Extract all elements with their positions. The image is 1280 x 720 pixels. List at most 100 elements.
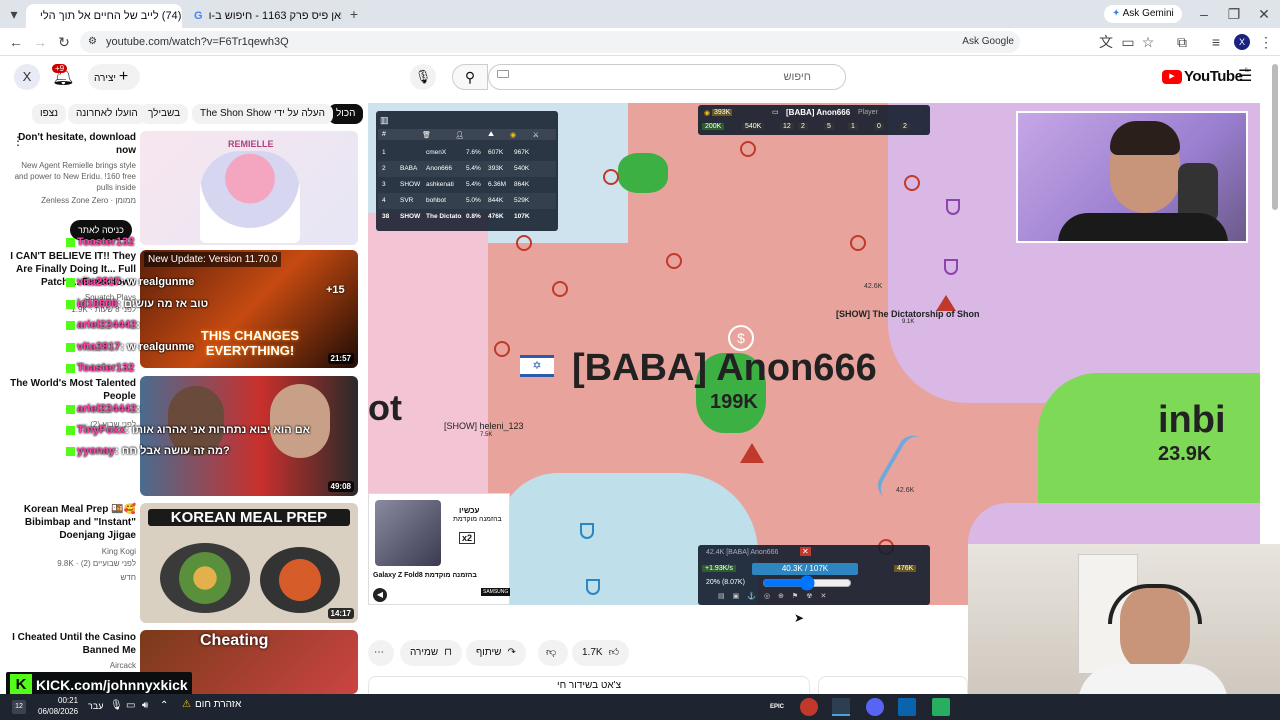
create-button[interactable]: יצירה + xyxy=(88,64,140,90)
network-icon[interactable]: ▭ xyxy=(126,700,135,711)
extensions-icon[interactable]: ⧉ xyxy=(1174,34,1190,50)
chat-line: ariel224442: xyxy=(66,403,140,415)
rec-title[interactable]: I Cheated Until the Casino Banned Me xyxy=(10,631,136,657)
chat-msg: : אם הוא יבוא נתחרות אני אהרוג אותו xyxy=(125,424,311,436)
clock[interactable]: 00:21 06/08/2026 xyxy=(38,695,78,717)
tab-list-icon[interactable]: ▾ xyxy=(6,6,22,22)
chip-uploader[interactable]: The Shon Show העלה על ידי xyxy=(192,104,333,124)
url-input[interactable]: ⚙ youtube.com/watch?v=F6Tr1qewh3Q Ask Go… xyxy=(80,31,1020,53)
maximize-icon[interactable]: ❐ xyxy=(1226,6,1242,22)
leaderboard-row[interactable]: 2 BABA Anon666 5.4% 393K 540K xyxy=(378,161,556,177)
search-button[interactable]: ⚲ xyxy=(452,64,488,90)
window-close-icon[interactable]: ✕ xyxy=(1256,6,1272,22)
save-button[interactable]: שמירה ⊓ xyxy=(400,640,462,666)
ad-overlay[interactable]: עכשיו בהזמנה מוקדמת x2 Galaxy Z Fold8 בה… xyxy=(368,493,511,605)
dislike-button[interactable]: 👎︎ xyxy=(538,640,568,666)
rec-thumbnail[interactable]: 49:08 xyxy=(140,376,358,496)
ask-google-label: Ask Google xyxy=(962,36,1014,47)
population-text: 40.3K / 107K xyxy=(781,564,829,573)
browser-menu-icon[interactable]: ⋮ xyxy=(1258,34,1274,50)
leaderboard-row[interactable]: 1 cmenX 7.6% 607K 967K xyxy=(378,145,556,161)
bookmark-icon: ⊓ xyxy=(444,647,452,658)
create-label: יצירה xyxy=(94,73,117,84)
stat-1: 12 xyxy=(780,123,794,130)
cast-icon[interactable]: ▭ xyxy=(1120,34,1136,50)
translate-icon[interactable]: 文 xyxy=(1098,34,1114,50)
chip-watched[interactable]: נצפו xyxy=(32,104,67,124)
mic-icon[interactable]: 🎙︎ xyxy=(110,700,123,711)
rec-title[interactable]: Korean Meal Prep 🍱🥰 Bibimbap and "Instan… xyxy=(10,503,136,542)
enemy-name-label: inbi xyxy=(1158,399,1226,441)
map-river xyxy=(872,430,934,506)
leaderboard-cell-pct: 7.6% xyxy=(466,149,481,156)
site-info-icon[interactable]: ⚙ xyxy=(88,31,97,53)
ad-menu-icon[interactable]: ⋮ xyxy=(12,134,24,148)
kick-badge-icon xyxy=(66,342,75,352)
leaderboard-chart-icon[interactable]: ▥ xyxy=(380,115,389,126)
leaderboard-cell-gold: 6.36M xyxy=(488,181,507,188)
reading-list-icon[interactable]: ≡ xyxy=(1208,34,1224,50)
ask-google-chip[interactable]: Ask Google xyxy=(962,31,1014,53)
video-player[interactable]: ✡ $ [BABA] Anon666 199K inbi 23.9K [SHOW… xyxy=(368,103,1260,605)
rec-title[interactable]: The World's Most Talented People xyxy=(10,377,136,403)
leaderboard-row[interactable]: 3 SHOW ashkenati 5.4% 6.36M 864K xyxy=(378,177,556,193)
address-bar: ← → ↻ ⚙ youtube.com/watch?v=F6Tr1qewh3Q … xyxy=(0,28,1280,56)
share-button[interactable]: שיתוף ↷ xyxy=(466,640,526,666)
chip-recent[interactable]: הועלו לאחרונה xyxy=(68,104,146,124)
ad-prev-icon[interactable]: ◀ xyxy=(373,588,387,602)
build-menu-icons[interactable]: ▤▣⚓◎⊕⚑☢✕ xyxy=(718,592,834,600)
outlook-icon[interactable] xyxy=(898,698,916,716)
streamer-webcam xyxy=(1016,111,1248,243)
chat-msg: : מה זה עושה אבל חח? xyxy=(114,445,230,457)
player-info-panel: ◉ 393K ▭ [BABA] Anon666 Player 200K 540K… xyxy=(698,105,930,135)
rec-thumbnail[interactable]: KOREAN MEAL PREP 14:17 xyxy=(140,503,358,623)
app-icon-blue[interactable] xyxy=(866,698,884,716)
app-icon-game[interactable] xyxy=(832,698,850,716)
chat-msg: : טוב אז מה עושים xyxy=(117,298,209,310)
weather-widget[interactable]: ⚠ אזהרת חום xyxy=(182,699,241,710)
bookmark-star-icon[interactable]: ☆ xyxy=(1140,34,1156,50)
keyboard-icon[interactable] xyxy=(497,70,509,78)
ad-x2-badge: x2 xyxy=(459,532,476,544)
leaderboard-row[interactable]: 4 SVR bohbot 5.0% 844K 529K xyxy=(378,193,556,209)
search-input[interactable]: חיפוש xyxy=(488,64,846,90)
back-icon[interactable]: ← xyxy=(8,34,24,50)
minimize-icon[interactable]: – xyxy=(1196,6,1212,22)
scrollbar[interactable] xyxy=(1272,64,1278,210)
channel-avatar[interactable]: X xyxy=(14,64,40,90)
ad-brand: SAMSUNG xyxy=(481,588,511,596)
thumbs-down-icon: 👎︎ xyxy=(546,647,557,658)
voice-search-icon[interactable]: 🎙︎ xyxy=(410,64,436,90)
player-role: Player xyxy=(858,109,878,116)
hamburger-menu-icon[interactable]: ☰ xyxy=(1238,66,1252,86)
attack-ratio-slider[interactable] xyxy=(762,579,852,587)
app-icon-green[interactable] xyxy=(932,698,950,716)
rec-thumbnail-ad[interactable]: REMIELLE xyxy=(140,131,358,245)
epic-games-icon[interactable]: EPIC xyxy=(768,698,786,716)
app-icon-red[interactable] xyxy=(800,698,818,716)
chip-for-you[interactable]: בשבילך xyxy=(140,104,189,124)
new-badge: חדש xyxy=(120,573,136,582)
more-actions-button[interactable]: ⋯ xyxy=(368,640,394,666)
volume-icon[interactable]: 🔊︎ xyxy=(142,700,148,711)
leaderboard-cell-clan xyxy=(396,145,422,161)
close-panel-icon[interactable]: ✕ xyxy=(800,547,811,556)
youtube-logo[interactable]: ▶ YouTube IL xyxy=(1162,68,1249,85)
shon-territory-label: [SHOW] The Dictatorship of Shon xyxy=(836,309,980,319)
secondary-webcam xyxy=(968,544,1280,694)
tray-chevron-icon[interactable]: ⌃ xyxy=(160,700,168,711)
input-language[interactable]: עבר xyxy=(88,701,103,711)
tab-google[interactable]: G וואן פיס פרק 1163 - חיפוש ב-ו ✕ xyxy=(186,4,342,28)
notification-count[interactable]: 12 xyxy=(12,700,26,714)
player-troops-label: 199K xyxy=(710,391,758,413)
like-button[interactable]: 1.7K 👍︎ xyxy=(572,640,630,666)
tab-youtube[interactable]: (74) לייב של החיים אל תוך הלי ✕ xyxy=(26,4,182,28)
reload-icon[interactable]: ↻ xyxy=(56,34,72,50)
new-tab-icon[interactable]: + xyxy=(346,6,362,22)
forward-icon[interactable]: → xyxy=(32,34,48,50)
rec-title[interactable]: Don't hesitate, download now xyxy=(10,131,136,157)
chip-all[interactable]: הכול xyxy=(328,104,364,124)
profile-avatar[interactable]: X xyxy=(1234,34,1250,50)
ask-gemini-button[interactable]: ✦ Ask Gemini xyxy=(1104,5,1182,23)
leaderboard-row[interactable]: 38 SHOW The Dictato... 0.8% 476K 107K xyxy=(378,209,556,225)
